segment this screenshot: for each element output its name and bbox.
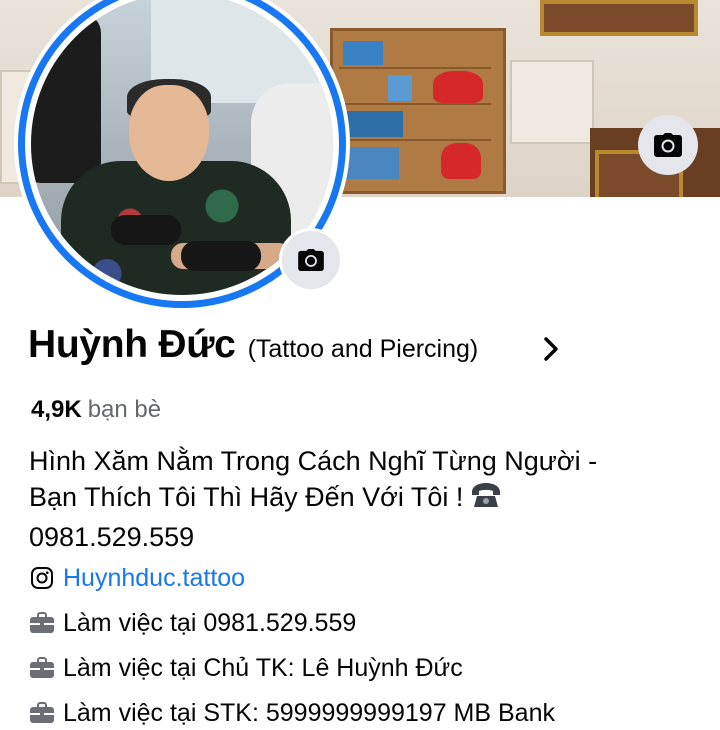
work-value: 0981.529.559 [203,608,357,637]
briefcase-icon [29,700,55,726]
detail-work: Làm việc tại 0981.529.559 [29,606,356,640]
profile-name-row: Huỳnh Đức (Tattoo and Piercing) [28,323,478,375]
work-prefix: Làm việc tại [63,698,197,727]
avatar-camera-button[interactable] [279,228,343,292]
detail-work: Làm việc tại STK: 5999999999197 MB Bank [29,696,555,730]
cover-shelf [330,28,506,194]
detail-instagram[interactable]: Huynhduc.tattoo [29,561,245,595]
friends-number: 4,9K [31,396,82,423]
instagram-link[interactable]: Huynhduc.tattoo [63,564,245,593]
wall-panel [510,60,594,144]
friends-count[interactable]: 4,9K bạn bè [31,396,161,424]
profile-name: Huỳnh Đức [28,323,236,366]
telephone-icon [469,480,503,519]
work-value: STK: 5999999999197 MB Bank [203,698,555,727]
profile-alternate-name: (Tattoo and Piercing) [247,335,479,363]
camera-icon [654,133,682,157]
work-prefix: Làm việc tại [63,653,197,682]
briefcase-icon [29,655,55,681]
wall-frame [540,0,698,36]
work-prefix: Làm việc tại [63,608,197,637]
work-value: Chủ TK: Lê Huỳnh Đức [203,653,463,682]
instagram-icon [29,565,55,591]
detail-work: Làm việc tại Chủ TK: Lê Huỳnh Đức [29,651,463,685]
briefcase-icon [29,610,55,636]
chevron-right-icon[interactable] [540,336,562,362]
bio-line: Bạn Thích Tôi Thì Hãy Đến Với Tôi ! [29,482,464,512]
bio-line: 0981.529.559 [29,522,195,552]
friends-label: bạn bè [87,396,162,423]
profile-bio: Hình Xăm Nằm Trong Cách Nghĩ Từng Người … [29,443,689,555]
cover-camera-button[interactable] [638,115,698,175]
bio-line: Hình Xăm Nằm Trong Cách Nghĩ Từng Người … [29,446,598,476]
camera-icon [298,249,324,271]
